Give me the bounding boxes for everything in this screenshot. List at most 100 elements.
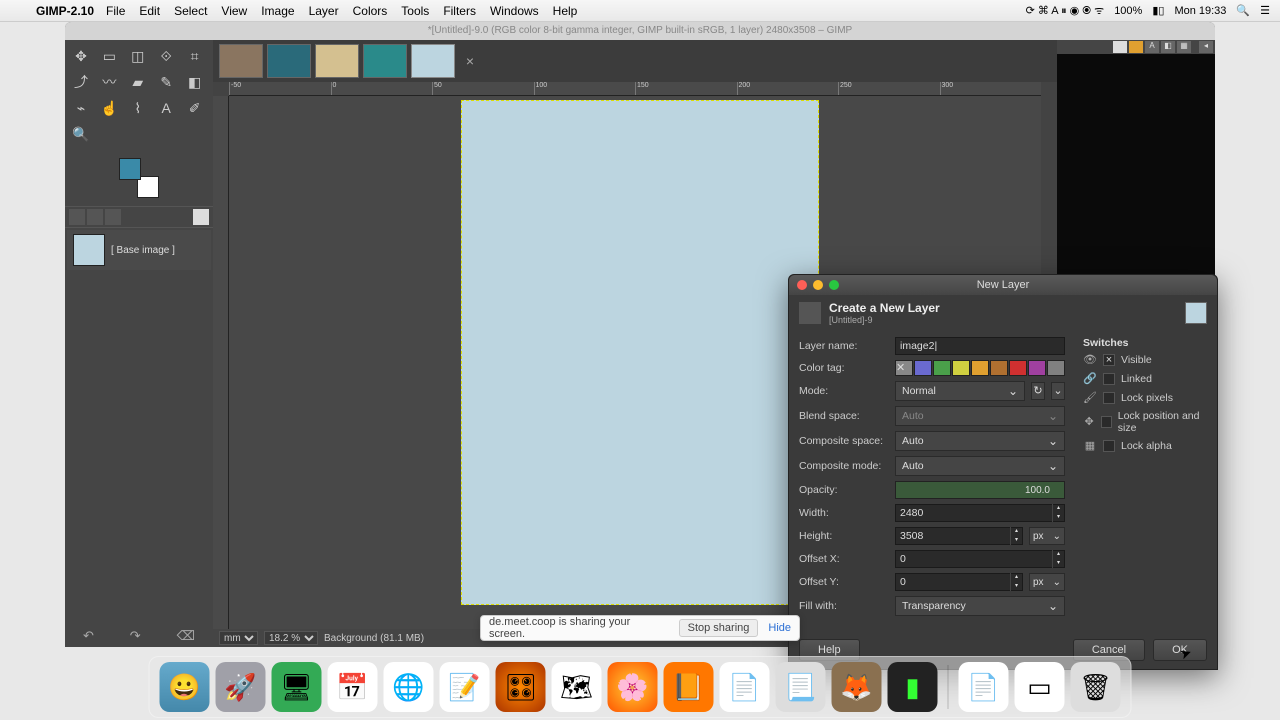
delete-icon[interactable]: ⌫ — [177, 628, 195, 644]
dock-trash[interactable]: 🗑 — [1071, 662, 1121, 712]
menu-toggle-icon[interactable]: ☰ — [1260, 4, 1270, 17]
tool-text[interactable]: A — [154, 96, 178, 120]
input-offset-x[interactable]: 0▴▾ — [895, 550, 1065, 568]
tool-warp[interactable]: 〰 — [97, 70, 121, 94]
checkbox-linked[interactable] — [1103, 373, 1115, 385]
tool-path[interactable]: ⌇ — [126, 96, 150, 120]
hide-button[interactable]: Hide — [768, 622, 791, 634]
dropdown-composite-mode[interactable]: Auto — [895, 456, 1065, 476]
dock-launchpad[interactable]: 🚀 — [216, 662, 266, 712]
input-width[interactable]: 2480▴▾ — [895, 504, 1065, 522]
image-tab-1[interactable] — [219, 44, 263, 78]
menu-filters[interactable]: Filters — [443, 4, 476, 18]
redo-icon[interactable]: ↷ — [130, 628, 141, 644]
dock-maps[interactable]: 🗺 — [552, 662, 602, 712]
tool-pencil[interactable]: ✎ — [154, 70, 178, 94]
unit-select[interactable]: mm — [219, 631, 258, 645]
rp-tab-2[interactable] — [1129, 41, 1143, 53]
checkbox-lock-alpha[interactable] — [1103, 440, 1115, 452]
tool-rect-select[interactable]: ▭ — [97, 44, 121, 68]
image-tab-2[interactable] — [267, 44, 311, 78]
menu-edit[interactable]: Edit — [139, 4, 160, 18]
menu-view[interactable]: View — [221, 4, 247, 18]
dock-doc-2[interactable]: ▭ — [1015, 662, 1065, 712]
tool-free-select[interactable]: ◫ — [126, 44, 150, 68]
app-name[interactable]: GIMP-2.10 — [36, 4, 94, 18]
rp-tab-3[interactable]: A — [1145, 41, 1159, 53]
dock-reminders[interactable]: 📝 — [440, 662, 490, 712]
tool-clone[interactable]: ⌁ — [69, 96, 93, 120]
rp-tab-1[interactable] — [1113, 41, 1127, 53]
tool-rotate[interactable]: ⤴ — [69, 70, 93, 94]
mode-next-icon[interactable]: ⌄ — [1051, 382, 1065, 400]
tool-bucket[interactable]: ▰ — [126, 70, 150, 94]
dock-gimp[interactable]: 🦊 — [832, 662, 882, 712]
dock-audacity[interactable]: 🎛 — [496, 662, 546, 712]
color-tag-brown[interactable] — [990, 360, 1008, 376]
dropdown-composite-space[interactable]: Auto — [895, 431, 1065, 451]
color-tag-violet[interactable] — [1028, 360, 1046, 376]
dock-books[interactable]: 📙 — [664, 662, 714, 712]
rp-tab-menu[interactable]: ◂ — [1199, 41, 1213, 53]
dock-chrome[interactable]: 🌐 — [384, 662, 434, 712]
tool-fuzzy-select[interactable]: ⟐ — [154, 44, 178, 68]
color-tag-green[interactable] — [933, 360, 951, 376]
foreground-color[interactable] — [119, 158, 141, 180]
color-tag-yellow[interactable] — [952, 360, 970, 376]
tab-layers-icon[interactable] — [69, 209, 85, 225]
undo-icon[interactable]: ↶ — [83, 628, 94, 644]
tab-close-icon[interactable]: × — [463, 54, 477, 68]
color-tag-orange[interactable] — [971, 360, 989, 376]
stop-sharing-button[interactable]: Stop sharing — [679, 619, 759, 637]
tool-eraser[interactable]: ◧ — [183, 70, 207, 94]
layer-row[interactable]: [ Base image ] — [67, 230, 211, 270]
menu-file[interactable]: File — [106, 4, 125, 18]
input-height[interactable]: 3508▴▾ — [895, 527, 1023, 545]
menu-colors[interactable]: Colors — [353, 4, 388, 18]
spotlight-icon[interactable]: 🔍 — [1236, 4, 1250, 17]
menu-help[interactable]: Help — [553, 4, 578, 18]
tab-paths-icon[interactable] — [105, 209, 121, 225]
checkbox-lock-pixels[interactable] — [1103, 392, 1115, 404]
dropdown-size-unit[interactable]: px⌄ — [1029, 527, 1065, 545]
image-canvas[interactable] — [461, 100, 819, 605]
dock-doc-1[interactable]: 📄 — [959, 662, 1009, 712]
tab-config-icon[interactable] — [193, 209, 209, 225]
tool-move[interactable]: ✥ — [69, 44, 93, 68]
color-tag-red[interactable] — [1009, 360, 1027, 376]
rp-tab-4[interactable]: ◧ — [1161, 41, 1175, 53]
dock-photos[interactable]: 🌸 — [608, 662, 658, 712]
dock-finder[interactable]: 😀 — [160, 662, 210, 712]
color-tag-none[interactable]: ✕ — [895, 360, 913, 376]
rp-tab-5[interactable]: ▦ — [1177, 41, 1191, 53]
menu-windows[interactable]: Windows — [490, 4, 539, 18]
dropdown-mode[interactable]: Normal — [895, 381, 1025, 401]
menu-image[interactable]: Image — [261, 4, 294, 18]
image-tab-current[interactable] — [411, 44, 455, 78]
input-layer-name[interactable] — [895, 337, 1065, 355]
mode-reset-icon[interactable]: ↻ — [1031, 382, 1045, 400]
tool-color-picker[interactable]: ✐ — [183, 96, 207, 120]
menu-select[interactable]: Select — [174, 4, 207, 18]
tab-channels-icon[interactable] — [87, 209, 103, 225]
menu-layer[interactable]: Layer — [309, 4, 339, 18]
menu-tools[interactable]: Tools — [401, 4, 429, 18]
dock-calendar[interactable]: 📅 — [328, 662, 378, 712]
input-offset-y[interactable]: 0▴▾ — [895, 573, 1023, 591]
status-icons[interactable]: ⟳ ⌘ A ⏸ ◉ ⦿ ᯤ — [1026, 3, 1105, 18]
checkbox-lock-pos[interactable] — [1101, 416, 1112, 428]
dock-app-1[interactable]: 🖥 — [272, 662, 322, 712]
tool-smudge[interactable]: ☝ — [97, 96, 121, 120]
dialog-titlebar[interactable]: New Layer — [789, 275, 1217, 295]
slider-opacity[interactable]: 100.0 — [895, 481, 1065, 499]
image-tab-3[interactable] — [315, 44, 359, 78]
dock-textedit[interactable]: 📄 — [720, 662, 770, 712]
zoom-select[interactable]: 18.2 % — [264, 631, 318, 645]
checkbox-visible[interactable] — [1103, 354, 1115, 366]
dropdown-offset-unit[interactable]: px⌄ — [1029, 573, 1065, 591]
image-tab-4[interactable] — [363, 44, 407, 78]
dock-terminal[interactable]: ▮ — [888, 662, 938, 712]
dock-libreoffice[interactable]: 📃 — [776, 662, 826, 712]
color-tag-gray[interactable] — [1047, 360, 1065, 376]
fg-bg-colors[interactable] — [119, 158, 159, 198]
